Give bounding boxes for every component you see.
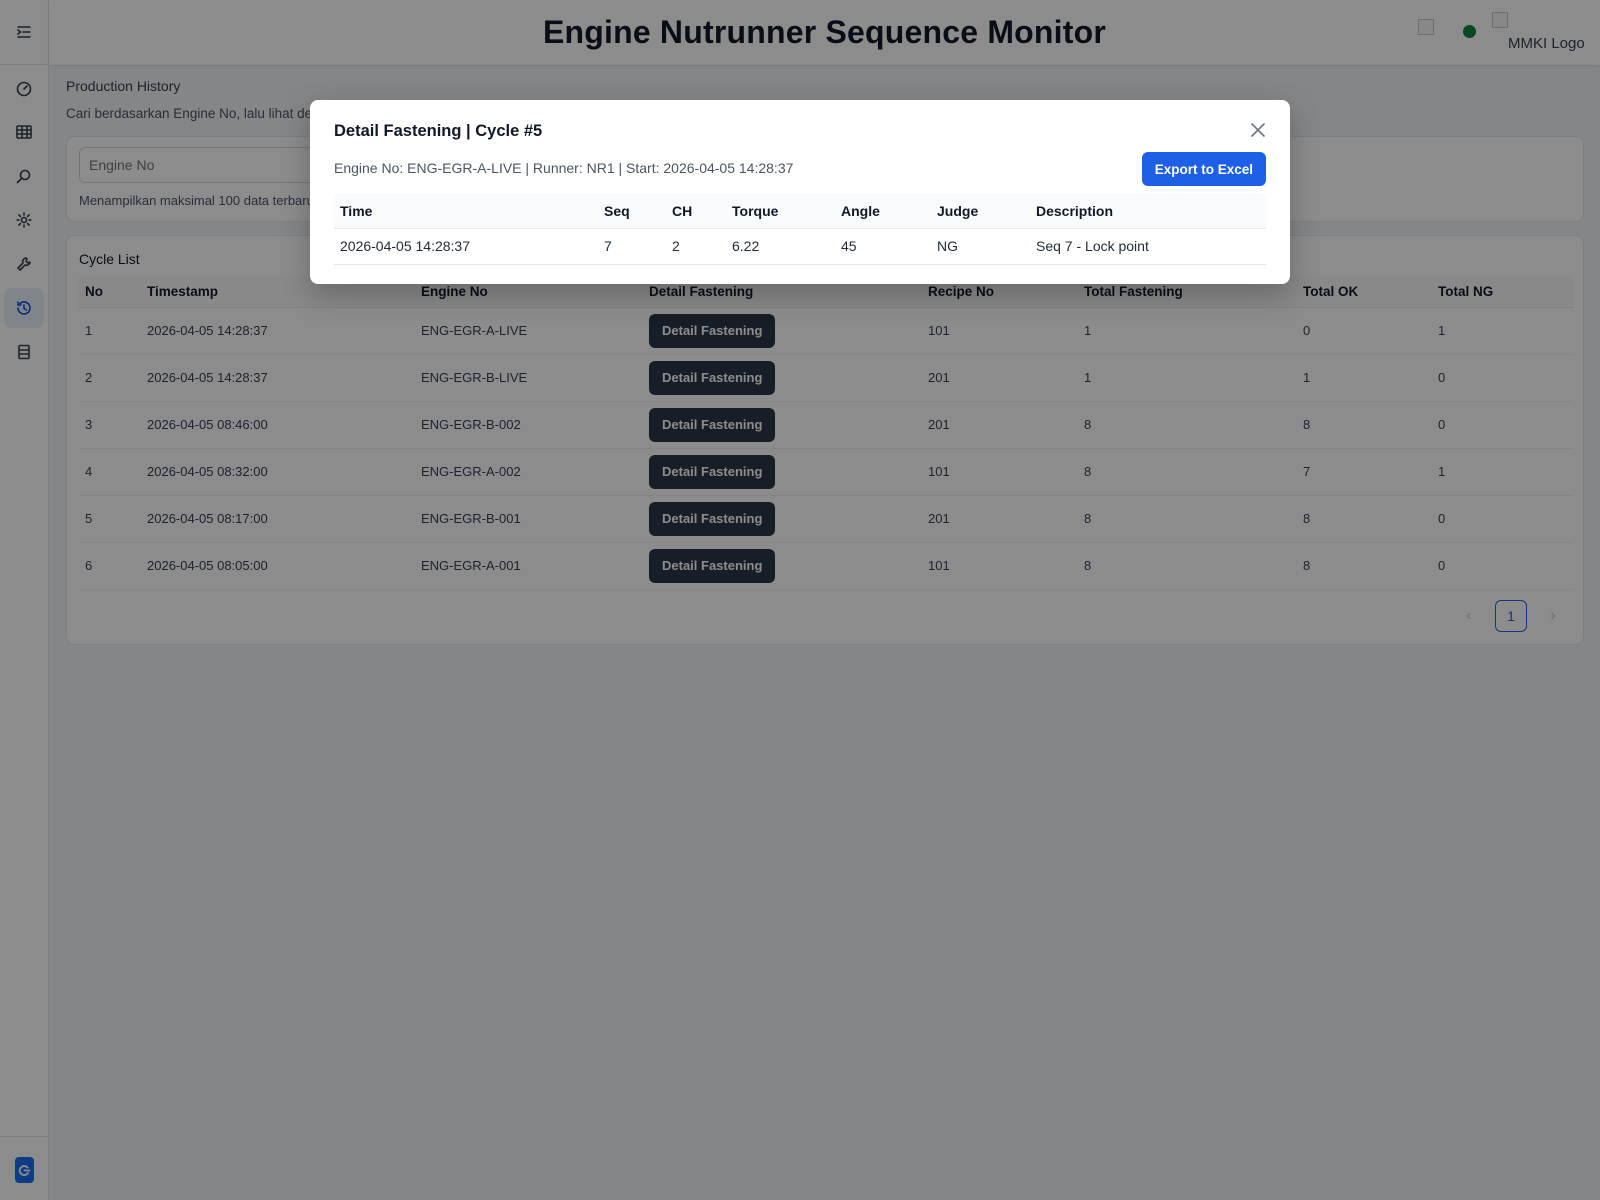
fastening-table-header: Time Seq CH Torque Angle Judge Descripti… xyxy=(334,194,1266,229)
modal-cycle-info: Engine No: ENG-EGR-A-LIVE | Runner: NR1 … xyxy=(334,160,794,176)
column-header: CH xyxy=(666,194,726,229)
table-row: 2026-04-05 14:28:37 7 2 6.22 45 NG Seq 7… xyxy=(334,228,1266,265)
cell-judge: NG xyxy=(931,228,1030,265)
column-header: Description xyxy=(1030,194,1266,229)
cell-seq: 7 xyxy=(598,228,666,265)
cell-torque: 6.22 xyxy=(726,228,835,265)
export-excel-button[interactable]: Export to Excel xyxy=(1141,152,1266,186)
cell-ch: 2 xyxy=(666,228,726,265)
column-header: Seq xyxy=(598,194,666,229)
column-header: Time xyxy=(334,194,598,229)
column-header: Judge xyxy=(931,194,1030,229)
modal-title: Detail Fastening | Cycle #5 xyxy=(334,122,543,140)
cell-description: Seq 7 - Lock point xyxy=(1030,228,1266,265)
close-icon xyxy=(1251,123,1265,137)
detail-fastening-modal: Detail Fastening | Cycle #5 Engine No: E… xyxy=(310,100,1290,284)
modal-close-button[interactable] xyxy=(1248,120,1268,140)
column-header: Angle xyxy=(835,194,931,229)
cell-angle: 45 xyxy=(835,228,931,265)
cell-time: 2026-04-05 14:28:37 xyxy=(334,228,598,265)
column-header: Torque xyxy=(726,194,835,229)
fastening-detail-table: Time Seq CH Torque Angle Judge Descripti… xyxy=(334,194,1266,265)
